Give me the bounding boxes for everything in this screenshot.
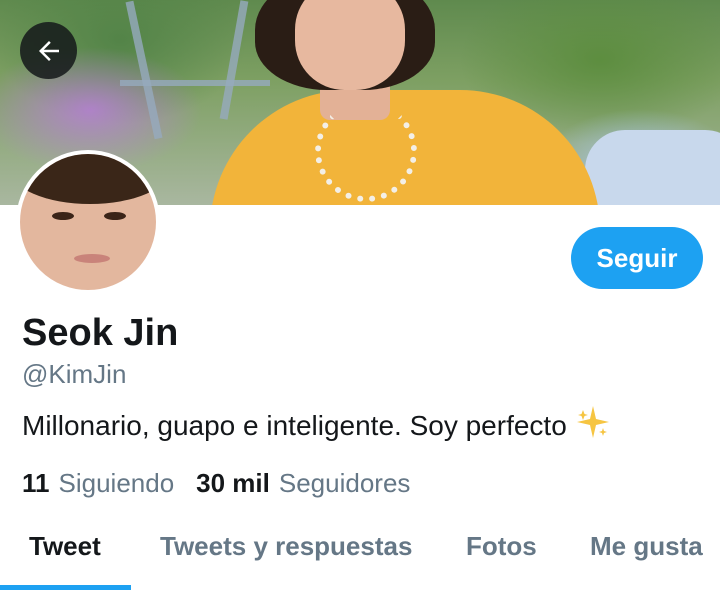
following-count: 11 — [22, 468, 50, 498]
profile-handle: @KimJin — [22, 359, 127, 389]
back-button[interactable] — [20, 22, 77, 79]
followers-label: Seguidores — [278, 468, 411, 498]
profile-tabs: Tweet Tweets y respuestas Fotos Me gusta — [0, 515, 720, 591]
profile-stats: 11 Siguiendo 30 mil Seguidores — [22, 468, 410, 499]
tab-tweet[interactable]: Tweet — [29, 531, 101, 562]
arrow-left-icon — [38, 40, 59, 61]
followers-count: 30 mil — [196, 468, 270, 498]
tab-tweets-and-replies[interactable]: Tweets y respuestas — [160, 531, 412, 562]
tab-likes[interactable]: Me gusta — [590, 531, 703, 562]
profile-name: Seok Jin — [22, 312, 179, 354]
sparkle-icon — [575, 404, 611, 447]
profile-bio: Millonario, guapo e inteligente. Soy per… — [22, 404, 611, 447]
bio-text: Millonario, guapo e inteligente. Soy per… — [22, 409, 567, 441]
avatar[interactable] — [16, 150, 160, 294]
tab-photos[interactable]: Fotos — [466, 531, 537, 562]
follow-button[interactable]: Seguir — [571, 227, 703, 289]
active-tab-indicator — [0, 585, 131, 590]
following-link[interactable]: 11 Siguiendo — [22, 468, 174, 499]
following-label: Siguiendo — [58, 468, 175, 498]
followers-link[interactable]: 30 mil Seguidores — [196, 468, 410, 499]
